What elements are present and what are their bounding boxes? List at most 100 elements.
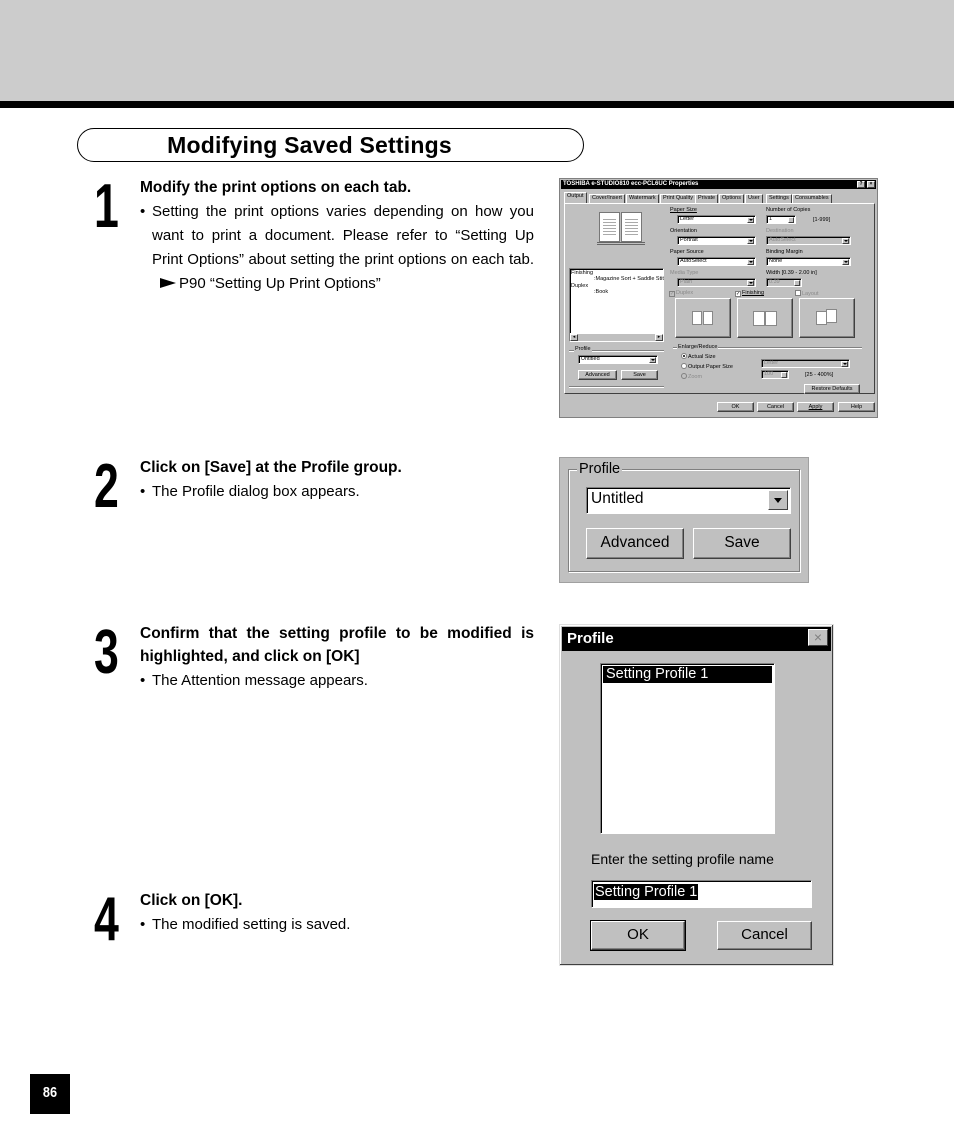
profile-dialog-titlebar: Profile — [562, 627, 831, 651]
profile-name-input[interactable]: Setting Profile 1 — [591, 880, 812, 908]
restore-defaults-button[interactable]: Restore Defaults — [804, 384, 860, 394]
finishing-checkbox[interactable]: ✓ Finishing — [735, 290, 764, 297]
radio-icon — [681, 373, 687, 379]
zoom-radio[interactable]: Zoom — [681, 373, 702, 380]
checkbox-checked-icon: ✓ — [669, 291, 675, 297]
scroll-right-icon[interactable]: ▸ — [655, 334, 663, 341]
output-paper-select[interactable]: Letter — [761, 359, 850, 368]
step-number-2: 2 — [94, 452, 119, 521]
horizontal-scrollbar[interactable]: ◂ ▸ — [570, 333, 663, 341]
layout-image-button[interactable] — [799, 298, 855, 338]
ok-button[interactable]: OK — [590, 920, 686, 951]
step-4-bullet: • The modified setting is saved. — [140, 913, 534, 937]
copies-range: [1-999] — [813, 217, 831, 223]
binding-margin-select[interactable]: None — [766, 257, 851, 266]
chevron-down-icon[interactable] — [747, 280, 754, 286]
chevron-down-icon[interactable] — [747, 217, 754, 223]
zoom-input[interactable]: 100 — [761, 370, 789, 379]
bullet-dot: • — [140, 672, 146, 689]
tab-settings[interactable]: Settings — [766, 194, 792, 203]
checkbox-unchecked-icon — [795, 290, 801, 296]
paper-size-label: Paper Size — [670, 207, 697, 213]
radio-selected-icon — [681, 353, 687, 359]
width-input[interactable]: 0.39 — [766, 278, 802, 287]
step-1-reference-link[interactable]: P90 “Setting Up Print Options” — [179, 275, 381, 292]
cancel-button[interactable]: Cancel — [717, 921, 812, 950]
copies-input[interactable]: 1 — [766, 215, 796, 224]
props-ok-button[interactable]: OK — [717, 402, 754, 412]
bullet-dot: • — [140, 916, 146, 933]
finishing-label: Finishing — [742, 290, 765, 296]
props-profile-select[interactable]: Untitled — [578, 355, 658, 364]
step-number-3: 3 — [94, 618, 119, 687]
step-2-bullet-text: The Profile dialog box appears. — [152, 483, 360, 500]
zoom-label: Zoom — [688, 374, 703, 380]
chevron-down-icon[interactable] — [747, 259, 754, 265]
chevron-down-icon[interactable] — [768, 490, 788, 510]
destination-select[interactable]: AutoSelect — [766, 236, 851, 245]
props-cancel-button[interactable]: Cancel — [757, 402, 794, 412]
duplex-page-icon — [703, 311, 713, 325]
section-title: Modifying Saved Settings — [167, 132, 452, 158]
binding-margin-value: None — [769, 258, 783, 264]
scroll-left-icon[interactable]: ◂ — [570, 334, 578, 341]
props-save-button[interactable]: Save — [621, 370, 658, 380]
width-label: Width [0.39 - 2.00 in] — [766, 270, 817, 276]
media-type-value: Plain — [680, 279, 693, 285]
profile-select-value: Untitled — [591, 490, 644, 507]
tab-cover-insert[interactable]: Cover/Insert — [589, 194, 625, 203]
copies-value: 1 — [769, 216, 773, 222]
summary-duplex-value: :Book — [594, 289, 609, 295]
profile-name-value: Setting Profile 1 — [594, 884, 699, 900]
step-4-heading: Click on [OK]. — [140, 892, 243, 909]
profile-select[interactable]: Untitled — [586, 487, 791, 514]
spinner-icon[interactable] — [788, 217, 794, 223]
actual-size-radio[interactable]: Actual Size — [681, 353, 716, 360]
props-advanced-button[interactable]: Advanced — [578, 370, 617, 380]
tab-output[interactable]: Output — [564, 192, 587, 203]
paper-source-select[interactable]: AutoSelect — [677, 257, 756, 266]
chevron-down-icon[interactable] — [649, 357, 656, 363]
tab-watermark[interactable]: Watermark — [626, 194, 659, 203]
chevron-down-icon[interactable] — [842, 259, 849, 265]
bullet-dot: • — [140, 483, 146, 500]
tab-options[interactable]: Options — [719, 194, 744, 203]
duplex-checkbox[interactable]: ✓ Duplex — [669, 290, 693, 297]
close-icon[interactable]: × — [867, 181, 875, 188]
props-profile-value: Untitled — [581, 356, 600, 362]
props-profile-label: Profile — [574, 346, 592, 352]
tab-consumables[interactable]: Consumables — [792, 194, 832, 203]
dialog-titlebar: TOSHIBA e-STUDIO810 ecc-PCL6UC Propertie… — [561, 180, 876, 189]
layout-checkbox[interactable]: Layout — [795, 290, 819, 297]
chevron-down-icon[interactable] — [842, 238, 849, 244]
finishing-image-button[interactable] — [737, 298, 793, 338]
media-type-select[interactable]: Plain — [677, 278, 756, 287]
duplex-page-icon — [692, 311, 702, 325]
spinner-icon[interactable] — [794, 280, 800, 286]
props-help-button[interactable]: Help — [838, 402, 875, 412]
settings-summary-list[interactable]: Finishing :Magazine Sort + Saddle Stitch… — [569, 268, 664, 342]
tab-print-quality[interactable]: Print Quality — [660, 194, 696, 203]
help-icon[interactable]: ? — [857, 181, 865, 188]
duplex-image-button[interactable] — [675, 298, 731, 338]
chevron-down-icon[interactable] — [841, 361, 848, 367]
summary-finishing-value: :Magazine Sort + Saddle Stitch — [594, 276, 664, 282]
tab-user[interactable]: User — [745, 194, 763, 203]
tab-private[interactable]: Private — [695, 194, 719, 203]
orientation-select[interactable]: Portrait — [677, 236, 756, 245]
chevron-down-icon[interactable] — [747, 238, 754, 244]
close-icon[interactable]: × — [808, 629, 828, 646]
profile-list[interactable]: Setting Profile 1 — [600, 663, 775, 834]
actual-size-label: Actual Size — [688, 354, 716, 360]
profile-group-bottom-line — [569, 386, 664, 387]
save-button[interactable]: Save — [693, 528, 791, 559]
paper-size-select[interactable]: Letter — [677, 215, 756, 224]
advanced-button[interactable]: Advanced — [586, 528, 684, 559]
props-apply-button[interactable]: Apply — [797, 402, 834, 412]
header-band — [0, 0, 954, 101]
spinner-icon[interactable] — [781, 372, 787, 378]
output-paper-size-radio[interactable]: Output Paper Size — [681, 363, 733, 370]
printer-properties-dialog: TOSHIBA e-STUDIO810 ecc-PCL6UC Propertie… — [559, 178, 878, 418]
destination-value: AutoSelect — [769, 237, 796, 243]
profile-list-item-selected[interactable]: Setting Profile 1 — [603, 666, 772, 683]
